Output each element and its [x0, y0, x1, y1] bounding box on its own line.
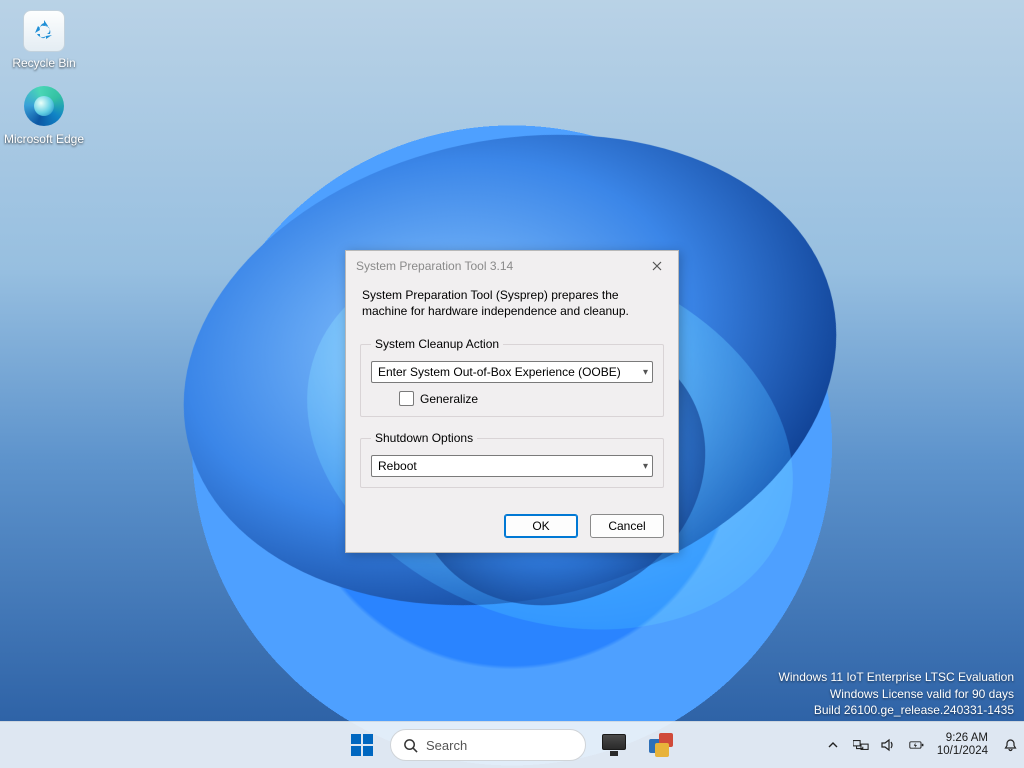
system-cleanup-group: System Cleanup Action Enter System Out-o…	[360, 337, 664, 417]
network-icon[interactable]	[853, 737, 869, 753]
shutdown-options-dropdown[interactable]: Reboot ▾	[371, 455, 653, 477]
taskbar-clock[interactable]: 9:26 AM 10/1/2024	[937, 732, 988, 758]
task-view-button[interactable]	[594, 725, 634, 765]
generalize-checkbox[interactable]	[399, 391, 414, 406]
search-placeholder: Search	[426, 738, 467, 753]
notifications-button[interactable]	[1002, 737, 1018, 753]
cleanup-action-dropdown[interactable]: Enter System Out-of-Box Experience (OOBE…	[371, 361, 653, 383]
close-button[interactable]	[642, 254, 672, 278]
shutdown-options-legend: Shutdown Options	[371, 431, 477, 445]
shutdown-options-group: Shutdown Options Reboot ▾	[360, 431, 664, 488]
task-view-icon	[602, 734, 626, 756]
windows-logo-icon	[351, 734, 373, 756]
edge-icon	[22, 86, 66, 130]
desktop-icons: Recycle Bin Microsoft Edge	[0, 4, 88, 156]
shutdown-options-value: Reboot	[378, 459, 643, 473]
generalize-label: Generalize	[420, 392, 478, 406]
clock-date: 10/1/2024	[937, 745, 988, 758]
sysprep-dialog: System Preparation Tool 3.14 System Prep…	[345, 250, 679, 553]
taskbar-app-sysprep[interactable]	[642, 725, 682, 765]
taskbar-search[interactable]: Search	[390, 729, 586, 761]
desktop-icon-label: Microsoft Edge	[0, 132, 88, 146]
bell-icon	[1003, 738, 1018, 753]
taskbar: Search 9:26 AM 10/1/2024	[0, 721, 1024, 768]
system-cleanup-legend: System Cleanup Action	[371, 337, 503, 351]
chevron-down-icon: ▾	[643, 367, 648, 378]
search-icon	[403, 738, 418, 753]
close-icon	[652, 261, 662, 271]
ok-button[interactable]: OK	[504, 514, 578, 538]
dialog-titlebar[interactable]: System Preparation Tool 3.14	[346, 251, 678, 281]
battery-plugged-icon[interactable]	[909, 737, 925, 753]
clock-time: 9:26 AM	[937, 732, 988, 745]
volume-icon[interactable]	[881, 737, 897, 753]
sysprep-icon	[649, 733, 675, 757]
watermark-line: Windows License valid for 90 days	[779, 686, 1014, 702]
start-button[interactable]	[342, 725, 382, 765]
chevron-up-icon	[827, 739, 839, 751]
activation-watermark: Windows 11 IoT Enterprise LTSC Evaluatio…	[779, 669, 1014, 718]
dialog-description: System Preparation Tool (Sysprep) prepar…	[362, 287, 664, 319]
watermark-line: Windows 11 IoT Enterprise LTSC Evaluatio…	[779, 669, 1014, 685]
recycle-bin-icon	[22, 10, 66, 54]
desktop-icon-recycle-bin[interactable]: Recycle Bin	[0, 4, 88, 80]
watermark-line: Build 26100.ge_release.240331-1435	[779, 702, 1014, 718]
system-tray: 9:26 AM 10/1/2024	[825, 722, 1018, 768]
cleanup-action-value: Enter System Out-of-Box Experience (OOBE…	[378, 365, 643, 379]
chevron-down-icon: ▾	[643, 461, 648, 472]
desktop-icon-microsoft-edge[interactable]: Microsoft Edge	[0, 80, 88, 156]
cancel-button[interactable]: Cancel	[590, 514, 664, 538]
tray-overflow-button[interactable]	[825, 737, 841, 753]
dialog-title: System Preparation Tool 3.14	[356, 259, 642, 273]
desktop-icon-label: Recycle Bin	[0, 56, 88, 70]
